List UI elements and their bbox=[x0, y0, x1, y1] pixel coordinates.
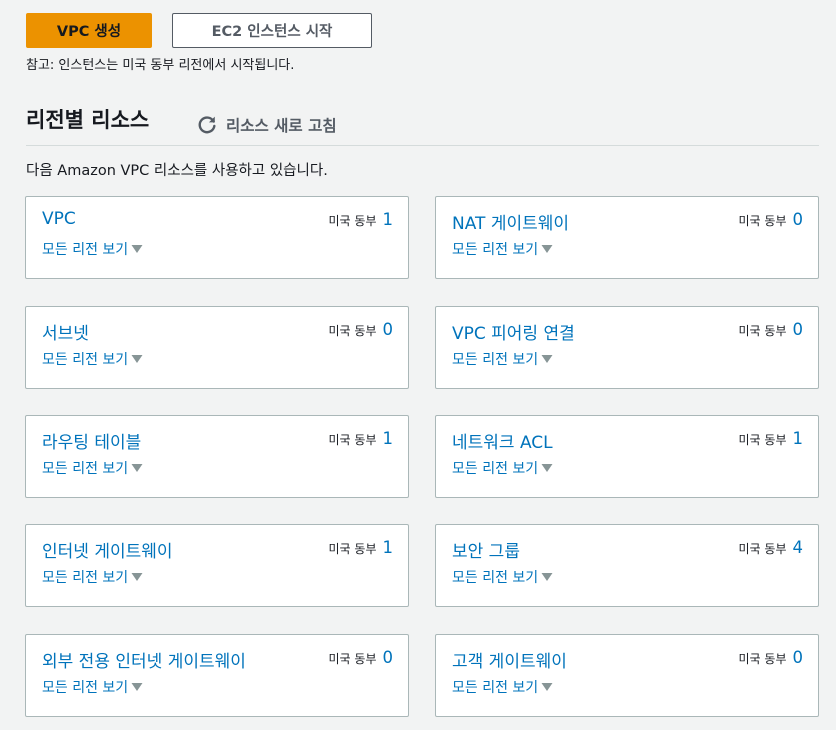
resource-count: 미국 동부 4 bbox=[739, 538, 803, 557]
resource-card-title[interactable]: 서브넷 bbox=[42, 319, 89, 344]
all-regions-label: 모든 리전 보기 bbox=[452, 680, 539, 696]
section-divider bbox=[26, 145, 819, 146]
resource-count: 미국 동부 0 bbox=[739, 320, 803, 339]
resource-count: 미국 동부 1 bbox=[329, 210, 393, 229]
all-regions-dropdown[interactable]: 모든 리전 보기 bbox=[452, 349, 553, 369]
region-label: 미국 동부 bbox=[738, 324, 787, 338]
region-label: 미국 동부 bbox=[738, 433, 787, 447]
resource-card: 서브넷 미국 동부 0 모든 리전 보기 bbox=[25, 306, 409, 389]
resource-card-title[interactable]: 외부 전용 인터넷 게이트웨이 bbox=[42, 647, 246, 672]
caret-down-icon bbox=[131, 573, 143, 581]
resource-card-title[interactable]: NAT 게이트웨이 bbox=[452, 209, 569, 234]
resource-count-value[interactable]: 4 bbox=[793, 538, 804, 557]
resource-card: 라우팅 테이블 미국 동부 1 모든 리전 보기 bbox=[25, 415, 409, 498]
caret-down-icon bbox=[541, 573, 553, 581]
all-regions-label: 모든 리전 보기 bbox=[42, 461, 129, 477]
all-regions-dropdown[interactable]: 모든 리전 보기 bbox=[42, 349, 143, 369]
all-regions-label: 모든 리전 보기 bbox=[42, 242, 129, 258]
resource-count-value[interactable]: 0 bbox=[383, 648, 394, 667]
resource-count-value[interactable]: 0 bbox=[793, 320, 804, 339]
caret-down-icon bbox=[541, 464, 553, 472]
all-regions-label: 모든 리전 보기 bbox=[452, 461, 539, 477]
resource-card-title[interactable]: VPC 피어링 연결 bbox=[452, 319, 575, 344]
all-regions-dropdown[interactable]: 모든 리전 보기 bbox=[452, 677, 553, 697]
launch-ec2-instance-button[interactable]: EC2 인스턴스 시작 bbox=[172, 13, 372, 48]
all-regions-dropdown[interactable]: 모든 리전 보기 bbox=[42, 677, 143, 697]
caret-down-icon bbox=[131, 464, 143, 472]
caret-down-icon bbox=[131, 245, 143, 253]
caret-down-icon bbox=[541, 683, 553, 691]
all-regions-label: 모든 리전 보기 bbox=[452, 570, 539, 586]
region-label: 미국 동부 bbox=[328, 652, 377, 666]
caret-down-icon bbox=[541, 355, 553, 363]
all-regions-dropdown[interactable]: 모든 리전 보기 bbox=[452, 239, 553, 259]
resource-card: VPC 미국 동부 1 모든 리전 보기 bbox=[25, 196, 409, 279]
all-regions-label: 모든 리전 보기 bbox=[452, 242, 539, 258]
resource-card-title[interactable]: 네트워크 ACL bbox=[452, 428, 553, 453]
resource-count: 미국 동부 1 bbox=[739, 429, 803, 448]
resource-count: 미국 동부 0 bbox=[739, 210, 803, 229]
refresh-resources-label: 리소스 새로 고침 bbox=[226, 117, 337, 135]
region-label: 미국 동부 bbox=[328, 433, 377, 447]
resource-card-title[interactable]: VPC bbox=[42, 209, 76, 229]
resource-card-title[interactable]: 라우팅 테이블 bbox=[42, 428, 141, 453]
all-regions-label: 모든 리전 보기 bbox=[42, 680, 129, 696]
all-regions-label: 모든 리전 보기 bbox=[452, 352, 539, 368]
resource-card: 네트워크 ACL 미국 동부 1 모든 리전 보기 bbox=[435, 415, 819, 498]
create-vpc-button[interactable]: VPC 생성 bbox=[26, 13, 152, 48]
resource-card: 보안 그룹 미국 동부 4 모든 리전 보기 bbox=[435, 524, 819, 607]
resource-card-title[interactable]: 보안 그룹 bbox=[452, 537, 520, 562]
region-label: 미국 동부 bbox=[738, 542, 787, 556]
resource-count-value[interactable]: 0 bbox=[793, 648, 804, 667]
resource-card: VPC 피어링 연결 미국 동부 0 모든 리전 보기 bbox=[435, 306, 819, 389]
all-regions-dropdown[interactable]: 모든 리전 보기 bbox=[452, 458, 553, 478]
resource-card-title[interactable]: 고객 게이트웨이 bbox=[452, 647, 567, 672]
launch-region-note: 참고: 인스턴스는 미국 동부 리전에서 시작됩니다. bbox=[26, 58, 295, 73]
resource-count-value[interactable]: 0 bbox=[793, 210, 804, 229]
all-regions-dropdown[interactable]: 모든 리전 보기 bbox=[452, 567, 553, 587]
all-regions-label: 모든 리전 보기 bbox=[42, 352, 129, 368]
caret-down-icon bbox=[541, 245, 553, 253]
caret-down-icon bbox=[131, 683, 143, 691]
resource-card: 외부 전용 인터넷 게이트웨이 미국 동부 0 모든 리전 보기 bbox=[25, 634, 409, 717]
resources-by-region-heading: 리전별 리소스 bbox=[26, 108, 150, 132]
region-label: 미국 동부 bbox=[738, 652, 787, 666]
refresh-icon bbox=[198, 116, 216, 134]
resource-count: 미국 동부 1 bbox=[329, 538, 393, 557]
resource-card: 고객 게이트웨이 미국 동부 0 모든 리전 보기 bbox=[435, 634, 819, 717]
resource-card: NAT 게이트웨이 미국 동부 0 모든 리전 보기 bbox=[435, 196, 819, 279]
resource-count-value[interactable]: 1 bbox=[793, 429, 804, 448]
region-label: 미국 동부 bbox=[738, 214, 787, 228]
all-regions-label: 모든 리전 보기 bbox=[42, 570, 129, 586]
resource-count-value[interactable]: 1 bbox=[383, 210, 394, 229]
region-label: 미국 동부 bbox=[328, 542, 377, 556]
resource-count-value[interactable]: 1 bbox=[383, 429, 394, 448]
all-regions-dropdown[interactable]: 모든 리전 보기 bbox=[42, 458, 143, 478]
resource-count: 미국 동부 0 bbox=[329, 648, 393, 667]
resource-count: 미국 동부 1 bbox=[329, 429, 393, 448]
refresh-resources-button[interactable]: 리소스 새로 고침 bbox=[196, 114, 337, 136]
resource-count: 미국 동부 0 bbox=[329, 320, 393, 339]
caret-down-icon bbox=[131, 355, 143, 363]
region-label: 미국 동부 bbox=[328, 324, 377, 338]
resource-count-value[interactable]: 1 bbox=[383, 538, 394, 557]
resource-card: 인터넷 게이트웨이 미국 동부 1 모든 리전 보기 bbox=[25, 524, 409, 607]
resources-description: 다음 Amazon VPC 리소스를 사용하고 있습니다. bbox=[26, 163, 328, 179]
all-regions-dropdown[interactable]: 모든 리전 보기 bbox=[42, 567, 143, 587]
region-label: 미국 동부 bbox=[328, 214, 377, 228]
resource-count-value[interactable]: 0 bbox=[383, 320, 394, 339]
vpc-dashboard: VPC 생성 EC2 인스턴스 시작 참고: 인스턴스는 미국 동부 리전에서 … bbox=[0, 0, 836, 730]
all-regions-dropdown[interactable]: 모든 리전 보기 bbox=[42, 239, 143, 259]
resource-count: 미국 동부 0 bbox=[739, 648, 803, 667]
resource-card-title[interactable]: 인터넷 게이트웨이 bbox=[42, 537, 173, 562]
